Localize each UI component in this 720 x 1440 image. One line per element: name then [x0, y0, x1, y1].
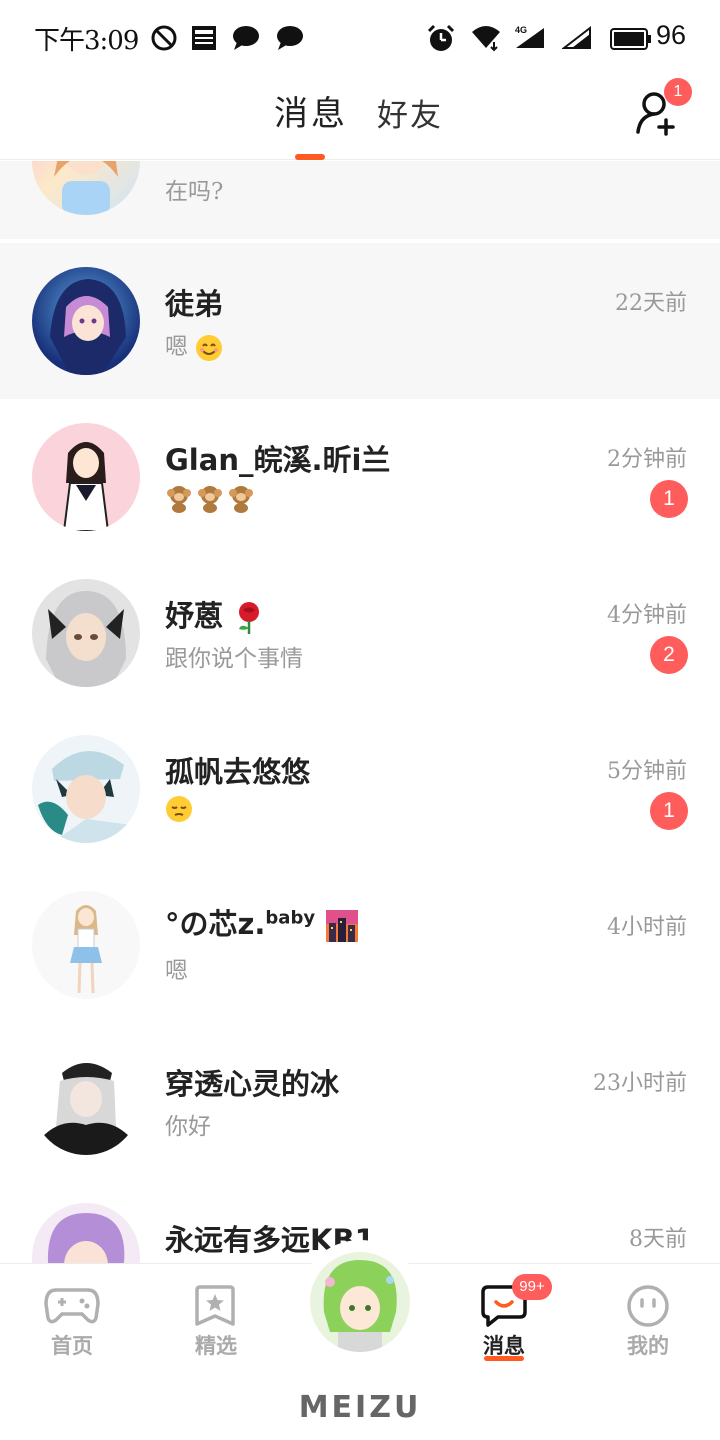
nav-home-label: 首页: [51, 1334, 93, 1358]
contact-name: °の芯z.baby: [165, 901, 359, 943]
cellular-signal-icon: 4G: [515, 25, 544, 48]
avatar: [32, 1047, 140, 1155]
nav-active-indicator: [484, 1356, 524, 1361]
center-profile-button[interactable]: [298, 1240, 422, 1364]
avatar: [32, 579, 140, 687]
message-time: 5分钟前: [607, 759, 687, 784]
active-tab-indicator: [295, 154, 325, 160]
avatar: [32, 891, 140, 999]
conversation-row[interactable]: 妤蒽 跟你说个事情 4分钟前 2: [0, 555, 720, 711]
chat-notification-icon: [233, 26, 259, 50]
conversation-row[interactable]: Glan_皖溪.昕i兰 2分钟前 1: [0, 399, 720, 555]
unread-badge: 1: [650, 480, 688, 518]
svg-text:4G: 4G: [515, 25, 527, 35]
avatar: [32, 735, 140, 843]
conversation-row[interactable]: °の芯z.baby 嗯 4小时前: [0, 867, 720, 1023]
device-brand-logo: MEIZU: [298, 1390, 422, 1425]
message-preview: 跟你说个事情: [165, 646, 303, 672]
nav-mine-label: 我的: [627, 1334, 669, 1358]
conversation-list[interactable]: 在吗? 徒弟 嗯 22天前 Glan_皖溪.昕i兰 2分钟前 1 妤蒽 跟你说个…: [0, 161, 720, 1263]
message-time: 2分钟前: [607, 447, 687, 472]
message-preview: 你好: [165, 1114, 211, 1140]
chat-notification-icon-2: [277, 26, 303, 50]
avatar: [32, 423, 140, 531]
wifi-icon: [472, 26, 500, 52]
city-dusk-emoji-icon: [326, 910, 359, 942]
message-preview: 在吗?: [165, 179, 224, 205]
news-icon: [192, 26, 216, 50]
unread-badge: 1: [650, 792, 688, 830]
conversation-row[interactable]: 孤帆去悠悠 5分钟前 1: [0, 711, 720, 867]
bottom-navigation: 首页 精选 消息 99+ 我的: [0, 1240, 720, 1374]
message-time: 4小时前: [607, 915, 687, 940]
gamepad-icon: [44, 1288, 100, 1324]
message-preview: 嗯: [165, 327, 223, 362]
battery-level: 96: [656, 20, 687, 50]
pensive-emoji-icon: [166, 796, 192, 822]
top-tab-bar: 消息 好友 1: [0, 76, 720, 160]
unread-badge: 2: [650, 636, 688, 674]
messages-badge: 99+: [512, 1274, 552, 1300]
message-time: 23小时前: [593, 1071, 687, 1096]
message-time: 8天前: [629, 1227, 687, 1252]
center-avatar: [310, 1252, 410, 1352]
avatar: [32, 1203, 140, 1263]
nav-messages[interactable]: 消息: [432, 1264, 576, 1374]
do-not-disturb-icon: [151, 25, 177, 51]
conversation-row[interactable]: 在吗?: [0, 161, 720, 239]
status-bar: 下午3:09 4G 96: [0, 0, 720, 76]
nav-featured-label: 精选: [195, 1334, 237, 1358]
contact-name: 妤蒽: [165, 593, 265, 635]
contact-name: 孤帆去悠悠: [165, 755, 311, 789]
tab-friends[interactable]: 好友: [377, 90, 443, 135]
profile-face-icon: [627, 1285, 669, 1327]
nav-mine[interactable]: 我的: [576, 1264, 720, 1374]
avatar: [32, 161, 140, 215]
rose-emoji-icon: [239, 602, 260, 634]
battery-icon: [610, 28, 651, 50]
monkey-emoji-icon: [167, 486, 253, 513]
cellular-signal-icon-2: [562, 25, 591, 49]
message-preview: 嗯: [165, 958, 188, 984]
avatar: [32, 267, 140, 375]
message-preview: [165, 795, 193, 823]
contact-name: 穿透心灵的冰: [165, 1067, 340, 1101]
tab-messages[interactable]: 消息: [274, 86, 348, 135]
add-friend-badge: 1: [664, 78, 692, 106]
status-time: 下午3:09: [34, 26, 139, 56]
conversation-row[interactable]: 穿透心灵的冰 你好 23小时前: [0, 1023, 720, 1179]
message-preview: [165, 483, 255, 513]
nav-featured[interactable]: 精选: [144, 1264, 288, 1374]
bookmark-star-icon: [195, 1285, 235, 1326]
message-time: 4分钟前: [607, 603, 687, 628]
smiling-emoji-icon: [196, 335, 223, 361]
conversation-row[interactable]: 徒弟 嗯 22天前: [0, 243, 720, 399]
contact-name: 徒弟: [165, 287, 224, 321]
alarm-icon: [427, 24, 455, 51]
message-time: 22天前: [615, 291, 687, 316]
contact-name: Glan_皖溪.昕i兰: [165, 443, 391, 477]
nav-home[interactable]: 首页: [0, 1264, 144, 1374]
